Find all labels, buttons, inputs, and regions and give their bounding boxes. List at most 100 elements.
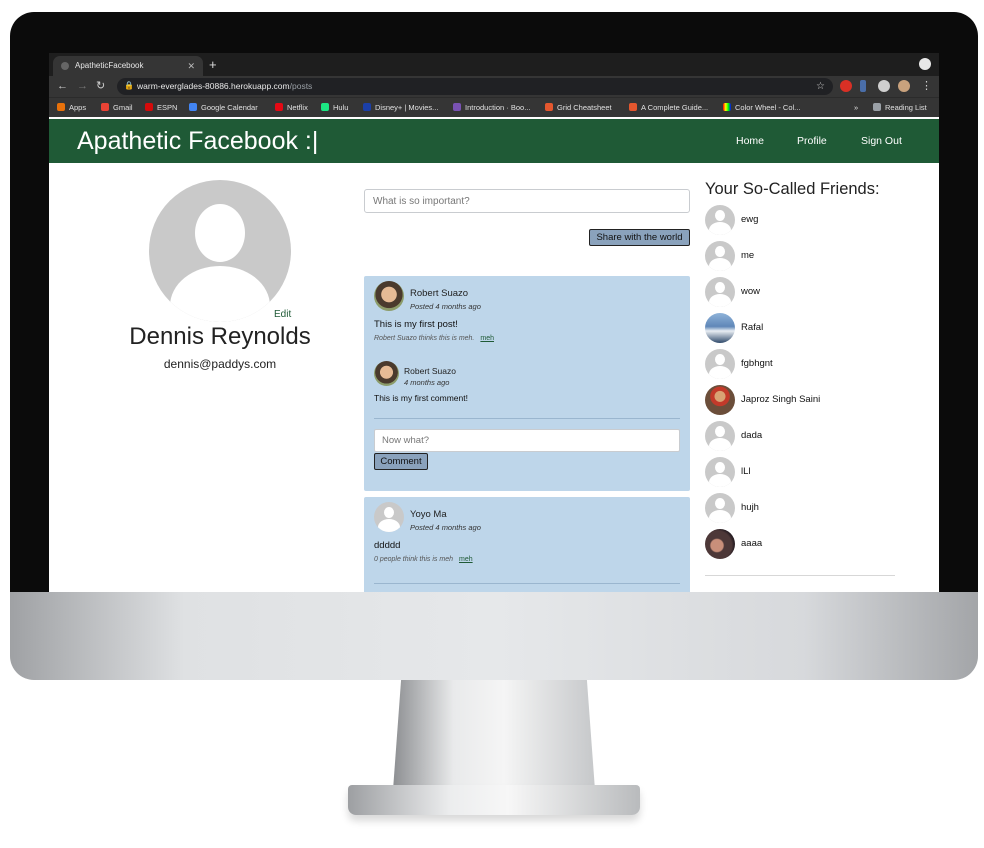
apps-grid-icon bbox=[57, 103, 65, 111]
friend-name[interactable]: Japroz Singh Saini bbox=[741, 385, 820, 415]
friend-name[interactable]: hujh bbox=[741, 493, 759, 523]
profile-avatar-icon[interactable] bbox=[898, 80, 910, 92]
post-card: Robert Suazo Posted 4 months ago This is… bbox=[364, 276, 690, 491]
color-wheel-icon bbox=[723, 103, 731, 111]
author-avatar[interactable] bbox=[374, 281, 404, 311]
friend-item[interactable]: Japroz Singh Saini bbox=[705, 385, 905, 417]
nav-profile[interactable]: Profile bbox=[797, 119, 827, 163]
hulu-icon bbox=[321, 103, 329, 111]
friend-item[interactable]: hujh bbox=[705, 493, 905, 525]
back-icon[interactable]: ← bbox=[57, 76, 68, 97]
post-card: Yoyo Ma Posted 4 months ago ddddd 0 peop… bbox=[364, 497, 690, 592]
profile-name: Dennis Reynolds bbox=[129, 323, 311, 350]
post-author[interactable]: Robert Suazo bbox=[410, 288, 468, 299]
calendar-icon bbox=[189, 103, 197, 111]
friend-name[interactable]: aaaa bbox=[741, 529, 762, 559]
espn-icon bbox=[145, 103, 153, 111]
browser-toolbar: ← → ↻ 🔒 warm-everglades-80886.herokuapp.… bbox=[49, 76, 939, 97]
close-tab-icon[interactable]: ✕ bbox=[187, 56, 195, 76]
bookmark-disney[interactable]: Disney+ | Movies... bbox=[363, 98, 438, 117]
bookmark-netflix[interactable]: Netflix bbox=[275, 98, 308, 117]
disney-icon bbox=[363, 103, 371, 111]
friend-item[interactable]: dada bbox=[705, 421, 905, 453]
extensions-puzzle-icon[interactable] bbox=[878, 80, 890, 92]
new-tab-icon[interactable]: + bbox=[209, 56, 217, 73]
site-navbar: Apathetic Facebook :| Home Profile Sign … bbox=[49, 119, 939, 163]
monitor-chin bbox=[10, 592, 978, 680]
more-bookmarks-icon[interactable]: » bbox=[854, 98, 858, 117]
lock-icon: 🔒 bbox=[124, 81, 134, 90]
new-post-input[interactable]: What is so important? bbox=[364, 189, 690, 213]
address-bar[interactable]: 🔒 warm-everglades-80886.herokuapp.com/po… bbox=[117, 78, 833, 95]
friend-name[interactable]: me bbox=[741, 241, 754, 271]
gmail-icon bbox=[101, 103, 109, 111]
forward-icon[interactable]: → bbox=[77, 76, 88, 97]
post-text: This is my first post! bbox=[374, 319, 458, 330]
comment-button[interactable]: Comment bbox=[374, 453, 428, 470]
tab-title: ApatheticFacebook bbox=[75, 61, 144, 70]
friend-item[interactable]: aaaa bbox=[705, 529, 905, 561]
tab-strip: ApatheticFacebook ✕ + bbox=[49, 53, 939, 76]
menu-kebab-icon[interactable]: ⋮ bbox=[921, 76, 932, 97]
tab-search-icon[interactable] bbox=[919, 58, 931, 70]
likes-text: Robert Suazo thinks this is meh. bbox=[374, 335, 475, 342]
bookmark-gmail[interactable]: Gmail bbox=[101, 98, 133, 117]
site-brand[interactable]: Apathetic Facebook :| bbox=[77, 119, 318, 163]
favicon-icon bbox=[61, 62, 69, 70]
reading-list[interactable]: Reading List bbox=[873, 98, 927, 117]
bookmark-bootstrap[interactable]: Introduction · Boo... bbox=[453, 98, 530, 117]
author-avatar[interactable] bbox=[374, 502, 404, 532]
friend-item[interactable]: wow bbox=[705, 277, 905, 309]
bookmark-espn[interactable]: ESPN bbox=[145, 98, 177, 117]
share-post-button[interactable]: Share with the world bbox=[589, 229, 690, 246]
comment-input[interactable]: Now what? bbox=[374, 429, 680, 452]
likes-text: 0 people think this is meh bbox=[374, 556, 453, 563]
extension-icon[interactable] bbox=[860, 80, 866, 92]
friend-name[interactable]: lLl bbox=[741, 457, 751, 487]
edit-profile-link[interactable]: Edit bbox=[274, 309, 291, 320]
comment-text: This is my first comment! bbox=[374, 393, 468, 403]
bookmark-google-calendar[interactable]: Google Calendar bbox=[189, 98, 258, 117]
bookmark-hulu[interactable]: Hulu bbox=[321, 98, 348, 117]
friend-avatar bbox=[705, 349, 735, 379]
comment-author[interactable]: Robert Suazo bbox=[404, 366, 456, 376]
meh-link[interactable]: meh bbox=[459, 556, 473, 563]
friend-avatar bbox=[705, 205, 735, 235]
reload-icon[interactable]: ↻ bbox=[96, 76, 105, 97]
bookmark-apps[interactable]: Apps bbox=[57, 98, 86, 117]
post-likes: 0 people think this is meh meh bbox=[374, 556, 473, 563]
nav-home[interactable]: Home bbox=[736, 119, 764, 163]
friend-item[interactable]: fgbhgnt bbox=[705, 349, 905, 381]
friend-name[interactable]: wow bbox=[741, 277, 760, 307]
friend-name[interactable]: dada bbox=[741, 421, 762, 451]
extension-icon[interactable] bbox=[840, 80, 852, 92]
page-content: Edit Dennis Reynolds dennis@paddys.com W… bbox=[49, 163, 939, 592]
post-likes: Robert Suazo thinks this is meh. meh bbox=[374, 335, 494, 342]
bookmark-color-wheel[interactable]: Color Wheel - Col... bbox=[723, 98, 800, 117]
friend-name[interactable]: Rafal bbox=[741, 313, 763, 343]
friend-item[interactable]: lLl bbox=[705, 457, 905, 489]
bootstrap-icon bbox=[453, 103, 461, 111]
comment-divider bbox=[374, 418, 680, 419]
friend-avatar bbox=[705, 457, 735, 487]
bookmark-grid-cheatsheet[interactable]: Grid Cheatsheet bbox=[545, 98, 612, 117]
post-timestamp: Posted 4 months ago bbox=[410, 302, 481, 311]
commenter-avatar[interactable] bbox=[374, 361, 399, 386]
netflix-icon bbox=[275, 103, 283, 111]
profile-email: dennis@paddys.com bbox=[163, 357, 277, 371]
bookmark-complete-guide[interactable]: A Complete Guide... bbox=[629, 98, 708, 117]
browser-window: ApatheticFacebook ✕ + ← → ↻ 🔒 warm-everg… bbox=[49, 53, 939, 592]
friend-name[interactable]: fgbhgnt bbox=[741, 349, 773, 379]
nav-sign-out[interactable]: Sign Out bbox=[861, 119, 902, 163]
comment-timestamp: 4 months ago bbox=[404, 378, 450, 387]
meh-link[interactable]: meh bbox=[480, 335, 494, 342]
bookmark-star-icon[interactable]: ☆ bbox=[816, 78, 825, 95]
friend-name[interactable]: ewg bbox=[741, 205, 758, 235]
friend-item[interactable]: me bbox=[705, 241, 905, 273]
friend-avatar bbox=[705, 241, 735, 271]
friend-item[interactable]: Rafal bbox=[705, 313, 905, 345]
tab-active[interactable]: ApatheticFacebook ✕ bbox=[53, 56, 203, 76]
post-author[interactable]: Yoyo Ma bbox=[410, 509, 447, 520]
friend-item[interactable]: ewg bbox=[705, 205, 905, 237]
post-text: ddddd bbox=[374, 540, 401, 551]
